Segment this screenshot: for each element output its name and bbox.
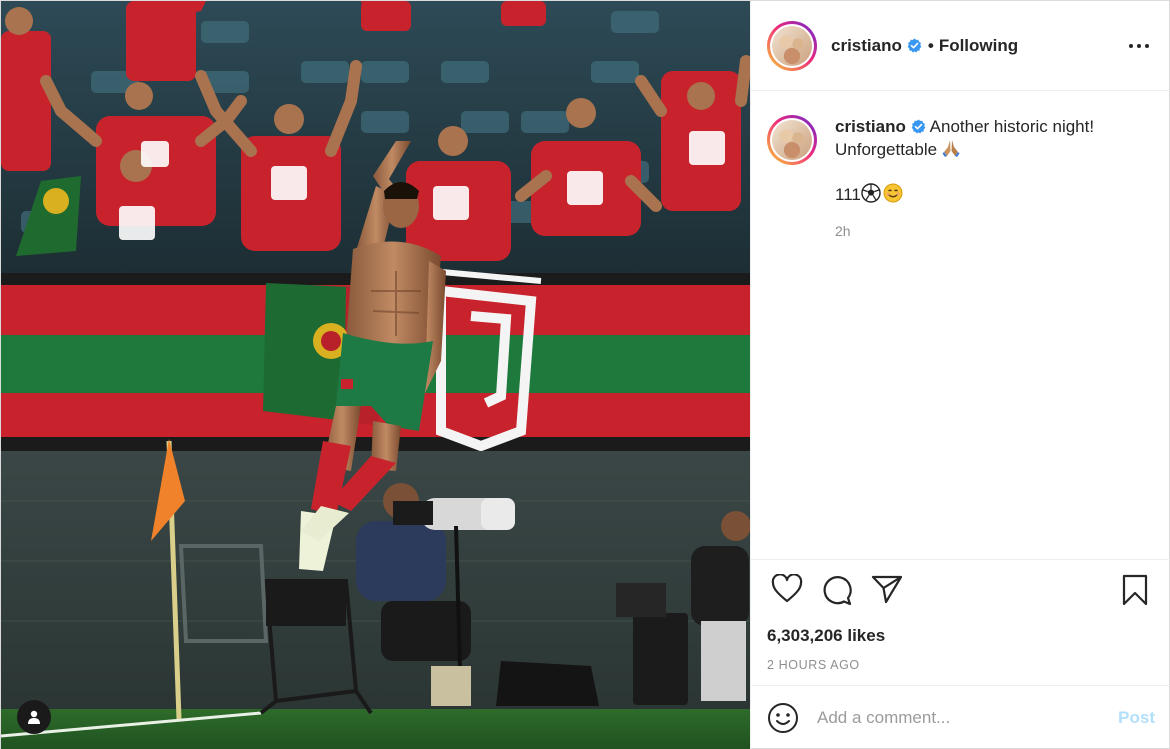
user-tag-icon [28, 710, 40, 724]
add-comment-bar: Post [751, 685, 1170, 749]
tagged-users-button[interactable] [17, 700, 51, 734]
avatar-image [772, 25, 812, 66]
caption-line2: Unforgettable [835, 138, 1135, 161]
soccer-ball-emoji-icon [861, 183, 881, 203]
caption-body: cristiano Another historic night! Unforg… [835, 115, 1135, 243]
avatar-image [772, 120, 812, 160]
dot [1129, 44, 1133, 48]
verified-badge-icon [911, 119, 926, 134]
caption-row: cristiano Another historic night! Unforg… [767, 115, 1155, 243]
following-button[interactable]: Following [939, 36, 1018, 56]
caption-extra: 111 [835, 183, 1135, 206]
bookmark-icon[interactable] [1121, 574, 1149, 606]
comments-section: cristiano Another historic night! Unforg… [751, 91, 1170, 559]
likes-count[interactable]: 6,303,206 likes [767, 626, 1155, 646]
action-icons-row [767, 574, 1155, 610]
caption-text-line1: Another historic night! [929, 117, 1095, 136]
folded-hands-emoji-icon [942, 140, 960, 157]
header-username[interactable]: cristiano [831, 36, 902, 56]
post-time-ago[interactable]: 2 HOURS AGO [767, 658, 1155, 672]
comment-bubble-icon[interactable] [821, 574, 853, 606]
post-side-panel: cristiano • Following cristiano Another … [750, 1, 1170, 749]
post-photo[interactable] [1, 1, 750, 749]
action-bar: 6,303,206 likes 2 HOURS AGO [751, 559, 1170, 704]
header-separator: • [927, 35, 934, 55]
caption-timestamp[interactable]: 2h [835, 220, 1135, 243]
paper-plane-icon[interactable] [871, 574, 903, 604]
comment-input[interactable] [817, 708, 1097, 728]
avatar-border [770, 23, 814, 68]
smiling-face-emoji-icon [883, 183, 903, 203]
post-header: cristiano • Following [751, 1, 1170, 91]
caption-extra-text: 111 [835, 185, 861, 204]
stadium-celebration-image [1, 1, 750, 749]
avatar-border [770, 118, 814, 162]
smiley-icon[interactable] [767, 702, 799, 734]
header-avatar[interactable] [767, 20, 817, 71]
post-comment-button[interactable]: Post [1118, 708, 1155, 728]
caption-text-line2: Unforgettable [835, 140, 938, 159]
heart-icon[interactable] [771, 574, 803, 604]
instagram-post: cristiano • Following cristiano Another … [0, 0, 1170, 749]
verified-badge-icon [907, 38, 922, 53]
dot [1137, 44, 1141, 48]
dot [1145, 44, 1149, 48]
more-options-icon[interactable] [1129, 37, 1149, 55]
caption-avatar[interactable] [767, 115, 817, 165]
caption-username[interactable]: cristiano [835, 117, 906, 136]
